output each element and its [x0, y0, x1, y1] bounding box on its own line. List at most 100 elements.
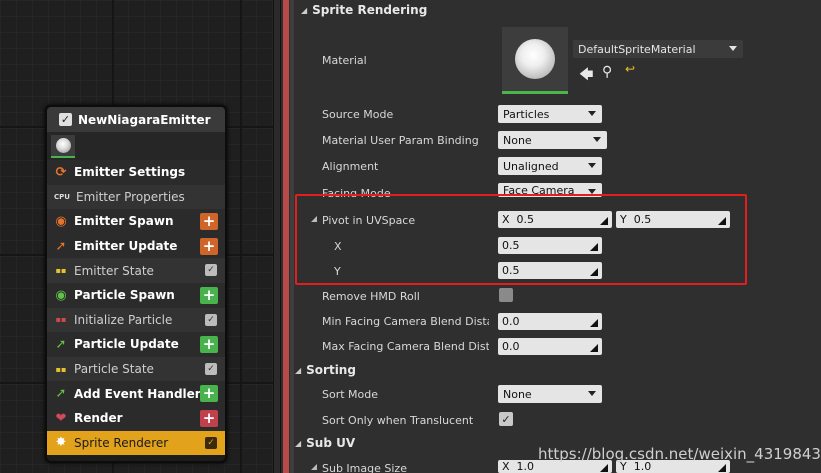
chevron-down-icon: [593, 137, 601, 142]
highlight-annotation-box: [295, 194, 747, 285]
section-title: Sprite Rendering: [312, 3, 428, 17]
graph-panel[interactable]: ✓ NewNiagaraEmitter ⟳ Emitter Settings C…: [0, 0, 273, 473]
chevron-down-icon: [588, 111, 596, 116]
stack-row-emitter-settings[interactable]: ⟳ Emitter Settings: [47, 160, 225, 185]
cpu-icon: CPU: [54, 192, 70, 201]
add-module-button[interactable]: +: [200, 286, 218, 304]
sort-translucent-checkbox[interactable]: ✓: [499, 412, 513, 426]
section-title: Sorting: [306, 363, 356, 377]
reset-icon[interactable]: ↩: [625, 62, 635, 76]
add-event-handler-button[interactable]: +: [200, 385, 218, 403]
stack-row-initialize-particle[interactable]: ▪▪ Initialize Particle ✓: [47, 307, 225, 333]
row-label: Emitter State: [74, 263, 154, 278]
row-label: Particle State: [74, 362, 154, 377]
add-module-button[interactable]: +: [200, 237, 218, 255]
min-facing-field[interactable]: 0.0: [498, 313, 602, 330]
collapse-arrow-icon: ◢: [295, 438, 302, 448]
section-sprite-rendering[interactable]: ◢ Sprite Rendering: [301, 0, 427, 20]
max-facing-value: 0.0: [502, 340, 520, 353]
row-label: Emitter Properties: [76, 189, 185, 204]
row-label: Emitter Spawn: [74, 214, 174, 229]
source-mode-label: Source Mode: [322, 108, 394, 121]
module-enable-checkbox[interactable]: ✓: [205, 264, 217, 277]
stack-row-emitter-properties[interactable]: CPU Emitter Properties: [47, 184, 225, 210]
row-label: Particle Spawn: [74, 288, 175, 303]
add-module-button[interactable]: +: [200, 213, 218, 231]
row-label: Emitter Update: [74, 239, 178, 254]
add-module-button[interactable]: +: [200, 336, 218, 354]
sort-mode-dropdown[interactable]: None: [498, 385, 602, 403]
row-label: Sprite Renderer: [74, 435, 169, 450]
section-title: Sub UV: [306, 436, 356, 450]
material-thumbnail[interactable]: [51, 135, 75, 158]
stack-row-particle-update[interactable]: ➚ Particle Update +: [47, 332, 225, 357]
drag-grip-icon: [590, 319, 598, 327]
material-dropdown[interactable]: DefaultSpriteMaterial: [573, 40, 743, 58]
editor-window: ✓ NewNiagaraEmitter ⟳ Emitter Settings C…: [0, 0, 821, 473]
drag-grip-icon: [600, 464, 608, 472]
stack-row-emitter-update[interactable]: ➚ Emitter Update +: [47, 233, 225, 259]
stack-row-render[interactable]: ❤ Render +: [47, 405, 225, 431]
emitter-node[interactable]: ✓ NewNiagaraEmitter ⟳ Emitter Settings C…: [45, 105, 227, 463]
state-icon: ▪▪: [55, 364, 67, 374]
stack-row-add-event-handler[interactable]: ➚ Add Event Handler +: [47, 381, 225, 406]
use-selected-icon[interactable]: 🡄: [579, 64, 593, 88]
material-label: Material: [322, 54, 367, 67]
sub-x-value: 1.0: [516, 460, 535, 473]
material-param-value: None: [503, 133, 532, 147]
add-renderer-button[interactable]: +: [200, 409, 218, 427]
browse-icon[interactable]: ⚲: [602, 64, 612, 80]
expand-arrow-icon[interactable]: ◢: [311, 462, 317, 471]
alignment-value: Unaligned: [503, 159, 559, 173]
min-facing-label: Min Facing Camera Blend Distanc: [322, 315, 489, 328]
material-value: DefaultSpriteMaterial: [578, 42, 696, 56]
module-enable-checkbox[interactable]: ✓: [205, 313, 217, 326]
sort-translucent-label: Sort Only when Translucent: [322, 414, 474, 427]
sprite-renderer-icon: ✸: [55, 435, 67, 451]
sort-mode-value: None: [503, 387, 532, 401]
watermark: https://blog.csdn.net/weixin_43198436: [538, 445, 821, 463]
stack-row-emitter-state[interactable]: ▪▪ Emitter State ✓: [47, 258, 225, 283]
row-label: Render: [74, 411, 123, 426]
emitter-settings-icon: ⟳: [55, 164, 67, 180]
module-icon: ▪▪: [55, 315, 67, 325]
node-thumbnail-row: [47, 132, 225, 160]
section-sorting[interactable]: ◢ Sorting: [295, 360, 356, 380]
row-label: Add Event Handler: [74, 386, 201, 401]
panel-splitter[interactable]: [273, 0, 281, 473]
module-enable-checkbox[interactable]: ✓: [205, 362, 217, 375]
particle-update-icon: ➚: [55, 336, 67, 352]
state-icon: ▪▪: [55, 266, 67, 276]
render-icon: ❤: [55, 410, 67, 426]
source-mode-value: Particles: [503, 107, 550, 121]
min-facing-value: 0.0: [502, 315, 520, 328]
row-label: Particle Update: [74, 337, 179, 352]
stack-row-particle-state[interactable]: ▪▪ Particle State ✓: [47, 356, 225, 382]
alignment-label: Alignment: [322, 160, 379, 173]
particle-spawn-icon: ◉: [55, 287, 67, 303]
alignment-dropdown[interactable]: Unaligned: [498, 157, 602, 175]
hmd-roll-checkbox[interactable]: [499, 288, 513, 302]
event-handler-icon: ➚: [55, 386, 67, 402]
module-enable-checkbox[interactable]: ✓: [205, 436, 217, 449]
section-sub-uv[interactable]: ◢ Sub UV: [295, 433, 355, 453]
selection-edge: [283, 0, 289, 473]
node-header[interactable]: ✓ NewNiagaraEmitter: [47, 107, 225, 132]
stack-row-particle-spawn[interactable]: ◉ Particle Spawn +: [47, 282, 225, 308]
material-preview[interactable]: [502, 27, 568, 94]
material-param-dropdown[interactable]: None: [498, 131, 607, 149]
sub-image-size-label: Sub Image Size: [322, 462, 407, 473]
enable-checkbox[interactable]: ✓: [59, 113, 72, 126]
emitter-update-icon: ➚: [55, 238, 67, 254]
source-mode-dropdown[interactable]: Particles: [498, 105, 602, 123]
drag-grip-icon: [718, 464, 726, 472]
chevron-down-icon: [729, 46, 737, 51]
axis-prefix: X: [502, 460, 510, 473]
max-facing-field[interactable]: 0.0: [498, 338, 602, 355]
stack-row-emitter-spawn[interactable]: ◉ Emitter Spawn +: [47, 209, 225, 234]
sphere-icon: [55, 138, 71, 153]
stack-row-sprite-renderer[interactable]: ✸ Sprite Renderer ✓: [47, 430, 225, 456]
row-label: Emitter Settings: [74, 165, 186, 180]
drag-grip-icon: [590, 344, 598, 352]
material-param-label: Material User Param Binding: [322, 134, 479, 147]
